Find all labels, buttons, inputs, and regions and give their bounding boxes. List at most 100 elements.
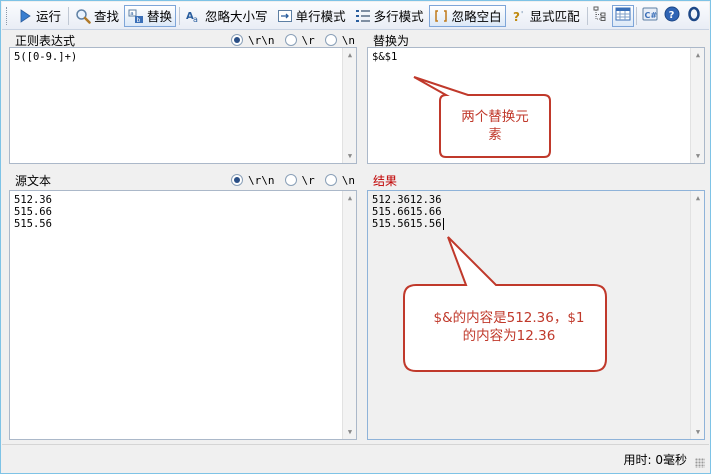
radio-checked-icon bbox=[231, 174, 243, 186]
vertical-splitter[interactable] bbox=[359, 31, 366, 442]
tree-view-button[interactable] bbox=[590, 5, 612, 27]
scroll-down-arrow-icon[interactable]: ▼ bbox=[343, 425, 356, 439]
single-line-label: 单行模式 bbox=[295, 9, 346, 24]
csharp-code-icon: C# bbox=[642, 6, 658, 25]
radio-unchecked-icon bbox=[284, 174, 297, 186]
toolbar-separator bbox=[68, 6, 70, 25]
find-label: 查找 bbox=[94, 9, 120, 24]
grid-view-icon bbox=[615, 6, 631, 25]
result-pane-title: 结果 bbox=[373, 173, 398, 188]
source-text-editor[interactable]: 512.36 515.66 515.56 ▲ ▼ bbox=[9, 190, 357, 440]
svg-text:?: ? bbox=[668, 10, 674, 21]
radio-label: \r\n bbox=[248, 33, 275, 47]
ignore-case-label: 忽略大小写 bbox=[205, 9, 268, 24]
scroll-up-arrow-icon[interactable]: ▲ bbox=[691, 191, 704, 205]
annotation-line: 素 bbox=[488, 127, 502, 143]
ignore-case-button[interactable]: Aa 忽略大小写 bbox=[182, 5, 272, 27]
regex-line: 5([0-9.]+) bbox=[14, 51, 78, 63]
explicit-capture-label: 显式匹配 bbox=[529, 9, 580, 24]
single-line-icon bbox=[277, 8, 293, 24]
radio-checked-icon bbox=[231, 34, 243, 46]
status-bar: 用时: 0毫秒 bbox=[2, 444, 709, 472]
source-line: 512.36 bbox=[14, 194, 52, 206]
source-pane-title: 源文本 bbox=[15, 173, 52, 188]
ignore-whitespace-button[interactable]: 忽略空白 bbox=[428, 4, 506, 27]
regex-newline-lf-radio[interactable]: \n bbox=[324, 33, 355, 47]
regex-newline-options: \r\n \r \n bbox=[221, 32, 355, 48]
grid-view-button[interactable] bbox=[611, 4, 634, 27]
scroll-up-arrow-icon[interactable]: ▲ bbox=[343, 48, 356, 62]
run-label: 运行 bbox=[36, 9, 62, 24]
scroll-up-arrow-icon[interactable]: ▲ bbox=[343, 191, 356, 205]
toolbar-separator bbox=[635, 6, 637, 25]
whitespace-brackets-icon bbox=[433, 8, 449, 24]
replace-button[interactable]: ab 替换 bbox=[124, 4, 177, 27]
csharp-button[interactable]: C# bbox=[639, 5, 661, 27]
svg-text:a: a bbox=[130, 11, 133, 17]
replace-pane-header: 替换为 bbox=[367, 32, 707, 48]
ignore-whitespace-label: 忽略空白 bbox=[451, 9, 502, 24]
regex-newline-crlf-radio[interactable]: \r\n bbox=[231, 34, 275, 47]
find-button[interactable]: 查找 bbox=[71, 5, 123, 27]
radio-label: \n bbox=[341, 173, 355, 187]
replace-scrollbar[interactable]: ▲ ▼ bbox=[690, 48, 704, 163]
regex-pane-header: 正则表达式 \r\n \r \n bbox=[9, 32, 355, 48]
replace-line: $&$1 bbox=[372, 51, 398, 63]
svg-text:b: b bbox=[137, 17, 141, 24]
source-newline-cr-radio[interactable]: \r bbox=[284, 173, 315, 187]
regex-pane-title: 正则表达式 bbox=[15, 33, 76, 48]
annotation-text-replace: 两个替换元 素 bbox=[442, 98, 548, 154]
source-newline-crlf-radio[interactable]: \r\n bbox=[231, 174, 275, 187]
source-line: 515.66 bbox=[14, 206, 52, 218]
toolbar-grip[interactable] bbox=[6, 6, 10, 25]
source-newline-lf-radio[interactable]: \n bbox=[324, 173, 355, 187]
regex-editor[interactable]: 5([0-9.]+) ▲ ▼ bbox=[9, 47, 357, 164]
annotation-line: 的内容为12.36 bbox=[462, 328, 556, 344]
result-line: 515.5615.56 bbox=[372, 218, 700, 230]
single-line-button[interactable]: 单行模式 bbox=[273, 5, 350, 27]
result-pane-header: 结果 bbox=[367, 172, 707, 188]
regex-newline-cr-radio[interactable]: \r bbox=[284, 33, 315, 47]
horizontal-splitter[interactable] bbox=[2, 165, 709, 171]
radio-unchecked-icon bbox=[324, 34, 337, 46]
svg-text:a: a bbox=[193, 15, 198, 24]
multi-line-label: 多行模式 bbox=[373, 9, 424, 24]
scroll-down-arrow-icon[interactable]: ▼ bbox=[691, 149, 704, 163]
multi-line-button[interactable]: 多行模式 bbox=[351, 5, 428, 27]
play-icon bbox=[17, 8, 33, 24]
radio-label: \r bbox=[301, 33, 315, 47]
app-window: 运行 查找 ab 替换 Aa 忽略大小写 单行模式 多行模式 忽略空白 ? ' … bbox=[0, 0, 711, 474]
radio-label: \n bbox=[341, 33, 355, 47]
result-line: 512.3612.36 bbox=[372, 194, 442, 206]
explicit-capture-button[interactable]: ? ' 显式匹配 bbox=[507, 5, 584, 27]
source-line: 515.56 bbox=[14, 218, 52, 230]
about-button[interactable] bbox=[683, 5, 705, 27]
multi-line-icon bbox=[355, 8, 371, 24]
source-pane-header: 源文本 \r\n \r \n bbox=[9, 172, 355, 188]
scroll-down-arrow-icon[interactable]: ▼ bbox=[343, 149, 356, 163]
source-newline-options: \r\n \r \n bbox=[221, 172, 355, 188]
ring-logo-icon bbox=[686, 6, 702, 25]
resize-grip-icon[interactable] bbox=[695, 458, 705, 468]
result-scrollbar[interactable]: ▲ ▼ bbox=[690, 191, 704, 439]
source-scrollbar[interactable]: ▲ ▼ bbox=[342, 191, 356, 439]
radio-label: \r bbox=[301, 173, 315, 187]
annotation-line: $&的内容是512.36，$1 bbox=[433, 310, 585, 326]
radio-unchecked-icon bbox=[324, 174, 337, 186]
replace-label: 替换 bbox=[147, 9, 173, 24]
annotation-line: 两个替换元 bbox=[461, 109, 529, 125]
question-icon: ? ' bbox=[511, 8, 527, 24]
regex-scrollbar[interactable]: ▲ ▼ bbox=[342, 48, 356, 163]
case-icon: Aa bbox=[186, 8, 202, 24]
toolbar-separator bbox=[179, 6, 181, 25]
help-icon: ? bbox=[664, 6, 680, 25]
result-line-text: 515.5615.56 bbox=[372, 218, 442, 230]
svg-text:': ' bbox=[521, 10, 523, 19]
toolbar: 运行 查找 ab 替换 Aa 忽略大小写 单行模式 多行模式 忽略空白 ? ' … bbox=[2, 2, 709, 30]
help-button[interactable]: ? bbox=[661, 5, 683, 27]
scroll-up-arrow-icon[interactable]: ▲ bbox=[691, 48, 704, 62]
annotation-text-result: $&的内容是512.36，$1 的内容为12.36 bbox=[406, 287, 612, 367]
run-button[interactable]: 运行 bbox=[13, 5, 65, 27]
scroll-down-arrow-icon[interactable]: ▼ bbox=[691, 425, 704, 439]
elapsed-time: 用时: 0毫秒 bbox=[623, 453, 688, 467]
